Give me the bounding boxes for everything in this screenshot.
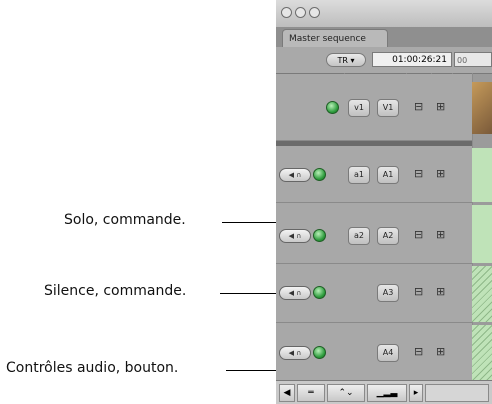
destination-patch-v1[interactable]: V1: [377, 99, 399, 117]
timeline-window: Master sequence TR ▾ 01:00:26:21 00 v1 V…: [276, 0, 492, 404]
audio-clip[interactable]: [472, 205, 492, 263]
timeline-bottom-bar: ◀ ═ ⌃⌄ ▁▂▃ ▸: [276, 380, 492, 404]
solo-mute-buttons[interactable]: ◀ ∩: [279, 346, 311, 360]
solo-mute-buttons[interactable]: ◀ ∩: [279, 168, 311, 182]
lock-icon[interactable]: ⊟: [414, 345, 423, 358]
auto-select-icon[interactable]: ⊞: [436, 345, 445, 358]
timeline-ruler[interactable]: 00: [454, 52, 492, 67]
source-patch-v1[interactable]: v1: [348, 99, 370, 117]
audible-toggle[interactable]: [313, 286, 326, 299]
keyframe-overlay-icon: ⌃⌄: [338, 388, 354, 398]
audible-toggle[interactable]: [313, 168, 326, 181]
minimize-button[interactable]: [295, 7, 306, 18]
source-patch-a1[interactable]: a1: [348, 166, 370, 184]
video-clip-thumbnail[interactable]: [472, 82, 492, 134]
sequence-tab-row: Master sequence: [276, 27, 492, 47]
source-patch-a2[interactable]: a2: [348, 227, 370, 245]
timecode-bar: TR ▾ 01:00:26:21 00: [276, 47, 492, 74]
close-button[interactable]: [281, 7, 292, 18]
zoom-slider[interactable]: ▁▂▃: [367, 384, 407, 402]
auto-select-icon[interactable]: ⊞: [436, 285, 445, 298]
destination-patch-a4[interactable]: A4: [377, 344, 399, 362]
lock-icon[interactable]: ⊟: [414, 167, 423, 180]
title-bar: [276, 0, 492, 28]
audio-controls-button[interactable]: ◀: [279, 384, 295, 402]
mute-callout-label: Silence, commande.: [44, 283, 187, 299]
track-lines-icon: ═: [308, 388, 314, 398]
auto-select-icon[interactable]: ⊞: [436, 228, 445, 241]
solo-mute-buttons[interactable]: ◀ ∩: [279, 229, 311, 243]
lock-icon[interactable]: ⊟: [414, 100, 423, 113]
timecode-mode-popup[interactable]: TR ▾: [326, 53, 366, 67]
auto-select-icon[interactable]: ⊞: [436, 100, 445, 113]
audio-clip[interactable]: [472, 266, 492, 322]
track-height-button[interactable]: ═: [297, 384, 325, 402]
current-timecode-field[interactable]: 01:00:26:21: [372, 52, 452, 67]
audio-controls-callout-label: Contrôles audio, bouton.: [6, 360, 179, 376]
zoom-bars-icon: ▁▂▃: [376, 388, 398, 398]
speaker-icon: ◀: [283, 388, 291, 398]
lock-icon[interactable]: ⊟: [414, 285, 423, 298]
destination-patch-a3[interactable]: A3: [377, 284, 399, 302]
horizontal-scrollbar[interactable]: [425, 384, 489, 402]
audio-clip[interactable]: [472, 148, 492, 202]
clip-overlays-button[interactable]: ⌃⌄: [327, 384, 365, 402]
solo-mute-buttons[interactable]: ◀ ∩: [279, 286, 311, 300]
audible-toggle[interactable]: [313, 229, 326, 242]
destination-patch-a1[interactable]: A1: [377, 166, 399, 184]
chevron-down-icon: ▾: [350, 56, 355, 65]
audio-clip[interactable]: [472, 325, 492, 380]
destination-patch-a2[interactable]: A2: [377, 227, 399, 245]
lock-icon[interactable]: ⊟: [414, 228, 423, 241]
chevron-right-icon: ▸: [413, 388, 419, 398]
mute-leader-line: [220, 293, 282, 294]
auto-select-icon[interactable]: ⊞: [436, 167, 445, 180]
tab-master-sequence[interactable]: Master sequence: [282, 29, 388, 47]
audible-toggle[interactable]: [313, 346, 326, 359]
track-visibility-toggle[interactable]: [326, 101, 339, 114]
timecode-mode-label: TR: [337, 56, 348, 65]
zoom-button[interactable]: [309, 7, 320, 18]
scroll-right-button[interactable]: ▸: [409, 384, 423, 402]
solo-callout-label: Solo, commande.: [64, 212, 186, 228]
